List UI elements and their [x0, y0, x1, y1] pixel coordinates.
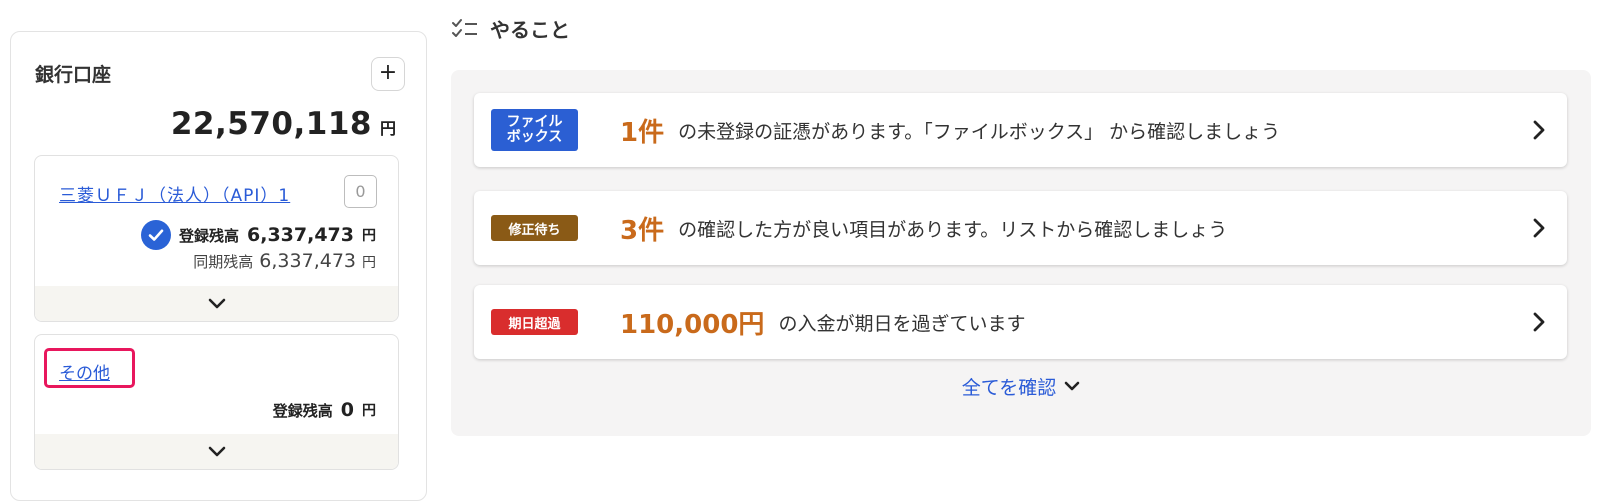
add-account-button[interactable]: + — [371, 57, 405, 91]
todo-item-pending-fix[interactable]: 修正待ち 3件 の確認した方が良い項目があります。リストから確認しましょう — [474, 191, 1567, 265]
account-card: 三菱ＵＦＪ（法人）（API）1 0 登録残高 6,337,473 円 同期残高 … — [34, 155, 399, 322]
registered-balance-amount: 6,337,473 — [247, 224, 354, 246]
see-all-label: 全てを確認 — [961, 377, 1057, 399]
unprocessed-count-badge[interactable]: 0 — [344, 175, 377, 208]
todo-text: の確認した方が良い項目があります。リストから確認しましょう — [678, 218, 1228, 241]
todo-panel: ファイル ボックス 1件 の未登録の証憑があります。「ファイルボックス」 から確… — [451, 70, 1591, 436]
bank-accounts-title: 銀行口座 — [35, 64, 112, 86]
pending-fix-tag: 修正待ち — [491, 215, 578, 241]
chevron-down-icon — [208, 298, 225, 308]
todo-value: 1件 — [620, 117, 665, 148]
chevron-right-icon — [1533, 312, 1545, 332]
registered-balance-row: 登録残高 0 円 — [273, 399, 376, 421]
registered-balance-unit: 円 — [362, 228, 376, 244]
synced-balance-unit: 円 — [362, 255, 376, 271]
check-circle-icon — [141, 220, 171, 250]
checklist-icon — [452, 18, 477, 37]
overdue-tag: 期日超過 — [491, 309, 578, 335]
bank-total-currency: 円 — [379, 119, 396, 138]
todo-item-filebox[interactable]: ファイル ボックス 1件 の未登録の証憑があります。「ファイルボックス」 から確… — [474, 93, 1567, 167]
chevron-right-icon — [1533, 218, 1545, 238]
registered-balance-label: 登録残高 — [272, 401, 333, 420]
registered-balance-row: 登録残高 6,337,473 円 — [141, 220, 376, 250]
todo-header: やること — [452, 14, 570, 43]
filebox-tag: ファイル ボックス — [491, 109, 578, 151]
see-all-link[interactable]: 全てを確認 — [451, 373, 1591, 400]
synced-balance-row: 同期残高 6,337,473 円 — [193, 250, 376, 272]
chevron-down-icon — [208, 446, 225, 456]
pending-fix-tag-label: 修正待ち — [508, 222, 561, 238]
account-link[interactable]: その他 — [59, 359, 110, 384]
expand-account-button[interactable] — [35, 286, 398, 321]
chevron-down-icon — [1065, 381, 1080, 391]
synced-balance-amount: 6,337,473 — [259, 250, 356, 272]
todo-title: やること — [490, 18, 570, 42]
bank-total: 22,570,118 円 — [171, 106, 396, 142]
todo-text: の未登録の証憑があります。「ファイルボックス」 から確認しましょう — [678, 120, 1281, 143]
bank-accounts-panel: 銀行口座 + 22,570,118 円 三菱ＵＦＪ（法人）（API）1 0 登録… — [10, 31, 427, 501]
expand-account-button[interactable] — [35, 434, 398, 469]
todo-item-overdue[interactable]: 期日超過 110,000円 の入金が期日を過ぎています — [474, 285, 1567, 359]
chevron-right-icon — [1533, 120, 1545, 140]
registered-balance-label: 登録残高 — [179, 226, 240, 245]
account-link[interactable]: 三菱ＵＦＪ（法人）（API）1 — [59, 181, 290, 206]
synced-balance-label: 同期残高 — [193, 253, 254, 271]
registered-balance-amount: 0 — [340, 399, 354, 421]
todo-value: 110,000円 — [620, 309, 765, 340]
account-card: その他 登録残高 0 円 — [34, 334, 399, 470]
todo-text: の入金が期日を過ぎています — [778, 312, 1026, 335]
overdue-tag-label: 期日超過 — [508, 316, 561, 332]
registered-balance-unit: 円 — [362, 403, 376, 419]
bank-total-amount: 22,570,118 — [170, 106, 372, 142]
filebox-tag-label: ファイル ボックス — [506, 114, 563, 145]
todo-value: 3件 — [620, 215, 665, 246]
